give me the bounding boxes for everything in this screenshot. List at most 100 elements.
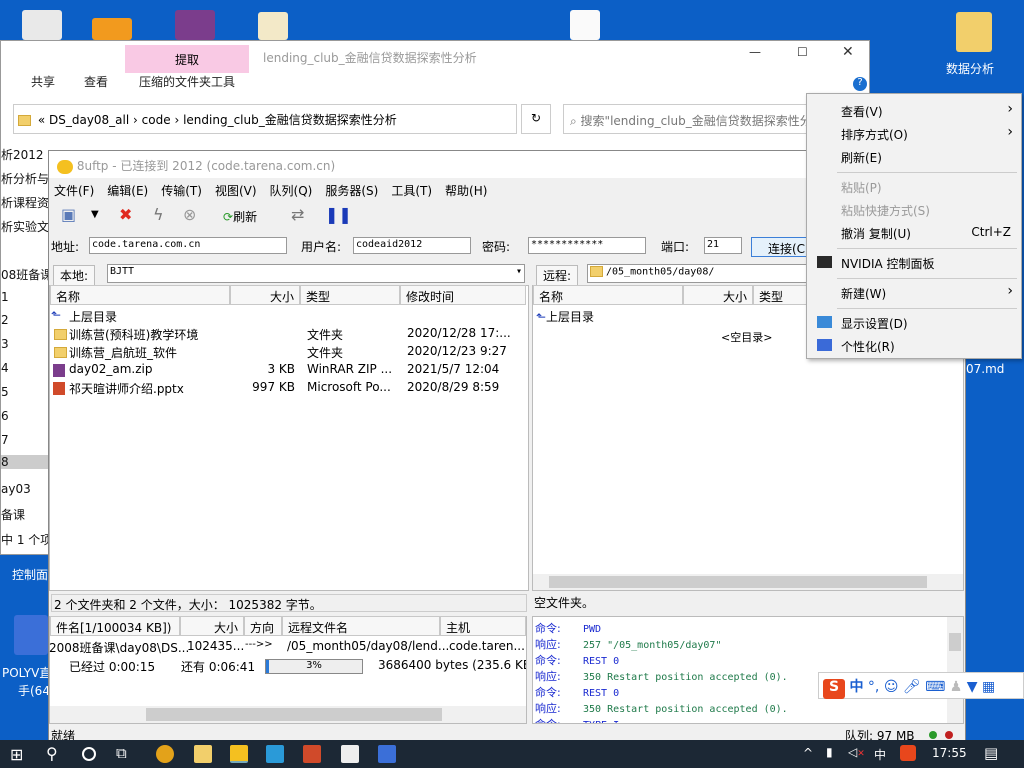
minimize-button[interactable]: —	[749, 45, 761, 59]
tab-share[interactable]: 共享	[31, 73, 55, 90]
list-item[interactable]: day02_am.zip 3 KB WinRAR ZIP ... 2021/5/7 1…	[51, 362, 527, 380]
nav-item[interactable]: 6	[1, 409, 9, 423]
context-menu-item[interactable]: 刷新(E)	[841, 149, 882, 166]
menu-file[interactable]: 文件(F)	[54, 184, 94, 198]
col-direction[interactable]: 方向	[244, 616, 282, 636]
col-name[interactable]: 名称	[50, 285, 230, 305]
user-input[interactable]: codeaid2012	[353, 237, 471, 254]
queue-row[interactable]: 2008班备课\day08\DS... 102435... --->> /05_…	[49, 639, 527, 657]
local-path-select[interactable]: BJTT ▾	[107, 264, 525, 283]
nav-item[interactable]: 析2012	[1, 146, 44, 163]
clock[interactable]: 17:55	[932, 746, 967, 760]
user-icon[interactable]: ♟	[950, 679, 963, 695]
menu-queue[interactable]: 队列(Q)	[270, 184, 313, 198]
reconnect-icon[interactable]: ϟ	[153, 205, 164, 224]
col-remote-file[interactable]: 远程文件名	[282, 616, 440, 636]
context-menu-item[interactable]: 粘贴(P)	[841, 179, 882, 196]
menu-server[interactable]: 服务器(S)	[325, 184, 378, 198]
sogou-tray-icon[interactable]	[900, 745, 916, 761]
menu-view[interactable]: 视图(V)	[215, 184, 257, 198]
col-modified[interactable]: 修改时间	[400, 285, 526, 305]
powerpoint-icon[interactable]	[303, 745, 321, 763]
file-icon[interactable]	[258, 12, 288, 40]
col-name[interactable]: 名称	[533, 285, 683, 305]
folder-icon[interactable]	[956, 12, 992, 52]
port-input[interactable]: 21	[704, 237, 742, 254]
context-menu-item[interactable]: 新建(W)	[841, 285, 886, 302]
task-view-icon[interactable]: ⧉	[116, 744, 127, 762]
nav-item[interactable]: 7	[1, 433, 9, 447]
menu-help[interactable]: 帮助(H)	[445, 184, 487, 198]
emoji-icon[interactable]: ☺	[884, 679, 899, 695]
address-bar[interactable]: « DS_day08_all › code › lending_club_金融信…	[13, 104, 517, 134]
breadcrumb-item[interactable]: lending_club_金融信贷数据探索性分析	[183, 113, 397, 127]
tab-view[interactable]: 查看	[84, 73, 108, 90]
context-menu-item[interactable]: 粘贴快捷方式(S)	[841, 202, 930, 219]
keyboard-icon[interactable]: ⌨	[925, 679, 945, 695]
pause-icon[interactable]: ❚❚	[325, 205, 352, 224]
help-icon[interactable]: ?	[853, 77, 867, 91]
mic-icon[interactable]: 🎤︎	[903, 679, 921, 695]
refresh-button[interactable]: ⟳刷新	[223, 208, 257, 225]
nav-item[interactable]: 4	[1, 361, 9, 375]
chrome-icon[interactable]	[156, 745, 174, 763]
password-input[interactable]: ************	[528, 237, 646, 254]
menu-transfer[interactable]: 传输(T)	[161, 184, 202, 198]
nav-item[interactable]: 8	[1, 455, 49, 469]
breadcrumb-item[interactable]: DS_day08_all	[49, 113, 129, 127]
col-local-file[interactable]: 件名[1/100034 KB])	[50, 616, 180, 636]
site-manager-icon[interactable]: ▣	[61, 205, 76, 224]
list-item[interactable]: 训练营_启航班_软件 文件夹 2020/12/23 9:27	[51, 344, 527, 362]
context-menu-item[interactable]: 撤消 复制(U)	[841, 225, 911, 242]
col-type[interactable]: 类型	[300, 285, 400, 305]
context-menu-item[interactable]: 排序方式(O)	[841, 126, 908, 143]
ime-indicator[interactable]: 中	[874, 746, 886, 763]
polyv-icon[interactable]	[378, 745, 396, 763]
col-host[interactable]: 主机	[440, 616, 526, 636]
8uftp-icon[interactable]	[230, 745, 248, 763]
tab-compressed-tools[interactable]: 压缩的文件夹工具	[139, 73, 235, 90]
ime-punct[interactable]: °,	[868, 679, 879, 695]
ime-mode[interactable]: 中	[849, 679, 863, 695]
list-item[interactable]: ⬑ 上层目录	[51, 308, 527, 326]
maximize-button[interactable]: ☐	[797, 45, 808, 59]
stop-icon[interactable]: ⊗	[183, 205, 196, 224]
file-explorer-icon[interactable]	[194, 745, 212, 763]
sync-icon[interactable]: ⇄	[291, 205, 304, 224]
nav-item[interactable]: 3	[1, 337, 9, 351]
col-size[interactable]: 大小	[683, 285, 753, 305]
context-menu-item[interactable]: 查看(V)	[841, 103, 883, 120]
mic-icon[interactable]: ▮	[826, 745, 833, 759]
nav-item[interactable]: 析分析与	[1, 170, 49, 187]
list-item[interactable]: 祁天暄讲师介绍.pptx 997 KB Microsoft Po... 2020/8/…	[51, 380, 527, 398]
address-input[interactable]: code.tarena.com.cn	[89, 237, 287, 254]
extract-tab[interactable]: 提取	[125, 45, 249, 73]
volume-muted-icon[interactable]: ◁✕	[848, 745, 865, 759]
breadcrumb-item[interactable]: code	[142, 113, 171, 127]
skin-icon[interactable]: ▼	[967, 679, 978, 695]
nav-item[interactable]: 5	[1, 385, 9, 399]
menu-edit[interactable]: 编辑(E)	[107, 184, 148, 198]
list-item[interactable]: 训练营(预科班)教学环境 文件夹 2020/12/28 17:...	[51, 326, 527, 344]
cortana-icon[interactable]	[82, 747, 96, 761]
grid-icon[interactable]: ▦	[982, 679, 995, 695]
context-menu-item[interactable]: NVIDIA 控制面板	[841, 255, 935, 272]
refresh-button[interactable]: ↻	[521, 104, 551, 134]
desktop-icon[interactable]	[22, 10, 62, 40]
col-size[interactable]: 大小	[230, 285, 300, 305]
search-input[interactable]: ⌕ 搜索"lending_club_金融信贷数据探索性分析"	[563, 104, 823, 134]
dropdown-arrow-icon[interactable]: ▾	[516, 266, 522, 277]
context-menu-item[interactable]: 个性化(R)	[841, 338, 895, 355]
menu-tools[interactable]: 工具(T)	[391, 184, 432, 198]
nav-item[interactable]: 2	[1, 313, 9, 327]
nav-item[interactable]: 备课	[1, 506, 25, 523]
nav-item[interactable]: ay03	[1, 482, 31, 496]
notification-icon[interactable]: ▤	[984, 744, 998, 762]
polyv-icon[interactable]	[14, 615, 48, 655]
sogou-logo-icon[interactable]: S	[823, 679, 845, 699]
list-item-parent-dir[interactable]: ⬑上层目录	[536, 308, 594, 326]
close-button[interactable]: ✕	[842, 44, 854, 60]
tray-chevron-icon[interactable]: ^	[803, 746, 813, 760]
queue-scrollbar[interactable]	[50, 706, 526, 723]
desktop-icon[interactable]	[92, 18, 132, 40]
